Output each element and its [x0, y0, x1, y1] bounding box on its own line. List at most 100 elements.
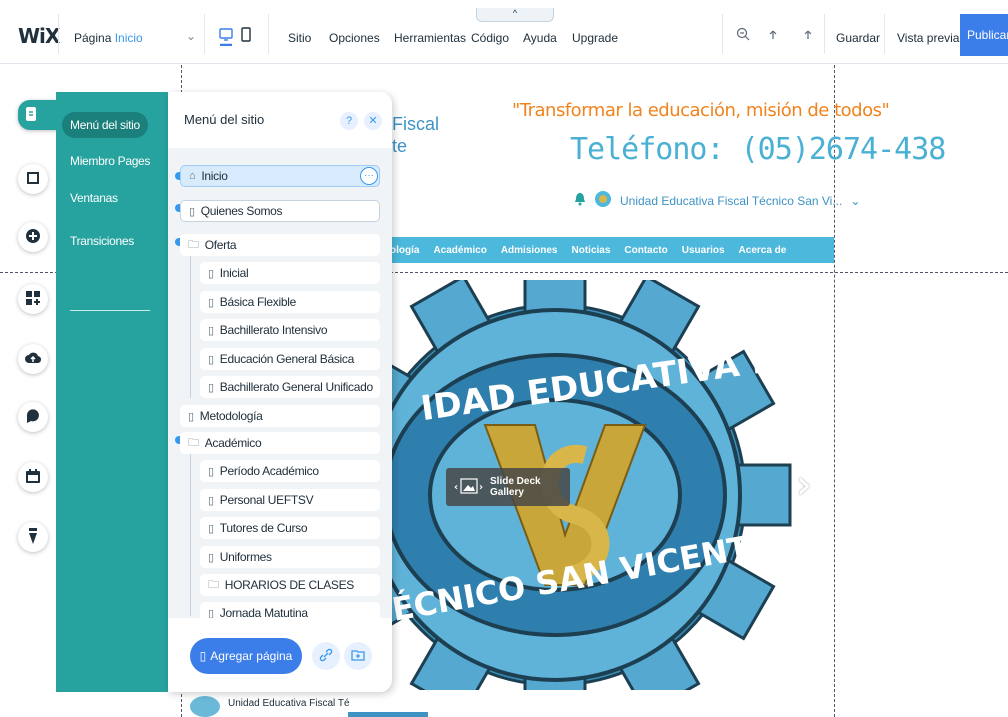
menu-opciones[interactable]: Opciones: [329, 31, 380, 45]
page-item[interactable]: ▯ Período Académico: [200, 460, 380, 482]
menu-upgrade[interactable]: Upgrade: [572, 31, 618, 45]
member-name: Unidad Educativa Fiscal Técnico San Vi..…: [620, 193, 843, 208]
rail-pages-button[interactable]: [18, 100, 60, 130]
page-icon: ▯: [208, 267, 214, 280]
undo-icon[interactable]: [769, 27, 781, 45]
site-phone[interactable]: Teléfono: (05)2674-438: [570, 132, 946, 167]
page-label: Inicial: [219, 266, 249, 280]
desktop-view-icon[interactable]: [218, 26, 234, 47]
page-item[interactable]: 🗀 HORARIOS DE CLASES: [200, 574, 380, 596]
page-item[interactable]: ▯ Tutores de Curso: [200, 517, 380, 539]
slide-deck-gallery-label[interactable]: ‹ › Slide Deck Gallery: [446, 468, 570, 506]
menu-sitio[interactable]: Sitio: [288, 31, 311, 45]
page-icon: ▯: [208, 381, 214, 394]
rail-media-button[interactable]: [18, 344, 48, 374]
menu-codigo[interactable]: Código: [471, 31, 509, 45]
page-item[interactable]: ▯ Básica Flexible: [200, 291, 380, 313]
page-label: Inicio: [201, 169, 228, 183]
home-icon: ⌂: [189, 170, 196, 182]
collapse-topbar-tab[interactable]: ^: [476, 8, 554, 22]
category-popups[interactable]: Ventanas: [62, 185, 126, 211]
nav-item[interactable]: Usuarios: [682, 245, 725, 256]
zoom-icon[interactable]: [736, 27, 750, 45]
gallery-next-arrow-icon[interactable]: ›: [796, 462, 812, 508]
bell-icon[interactable]: [574, 192, 586, 209]
page-label: Tutores de Curso: [219, 521, 308, 535]
page-item[interactable]: ▯ Quienes Somos: [180, 200, 380, 222]
panel-title: Menú del sitio: [184, 112, 265, 127]
page-item[interactable]: ⌂ Inicio: [180, 165, 380, 187]
page-label: Período Académico: [219, 464, 319, 478]
folder-icon: 🗀: [188, 238, 199, 251]
page-selector-prefix: Página: [74, 31, 112, 45]
page-icon: ▯: [208, 324, 214, 337]
site-quote[interactable]: "Transformar la educación, misión de tod…: [512, 100, 890, 121]
category-site-menu[interactable]: Menú del sitio: [62, 112, 148, 138]
chevron-down-icon[interactable]: ⌄: [186, 29, 196, 43]
rail-bookings-button[interactable]: [18, 462, 48, 492]
school-avatar: [594, 190, 612, 211]
preview-button[interactable]: Vista previa: [897, 31, 959, 45]
chevron-down-icon[interactable]: ⌄: [850, 194, 860, 208]
rail-blog-button[interactable]: [18, 402, 48, 432]
nav-item[interactable]: ología: [390, 245, 419, 256]
folder-icon: 🗀: [208, 578, 219, 591]
redo-icon[interactable]: [800, 27, 812, 45]
add-page-button[interactable]: ▯ Agregar página: [190, 638, 302, 674]
add-link-button[interactable]: [312, 642, 340, 670]
rail-pen-button[interactable]: [18, 522, 48, 552]
page-item[interactable]: ▯ Personal UEFTSV: [200, 489, 380, 511]
apps-icon: [25, 290, 41, 309]
help-button[interactable]: ?: [340, 112, 358, 130]
page-icon: ▯: [208, 522, 214, 535]
publish-button[interactable]: Publicar: [960, 14, 1008, 56]
page-item[interactable]: ▯ Jornada Matutina: [200, 602, 380, 618]
category-member-pages[interactable]: Miembro Pages: [62, 148, 158, 174]
rail-apps-button[interactable]: [18, 284, 48, 314]
page-item[interactable]: ▯ Educación General Básica: [200, 348, 380, 370]
category-transitions[interactable]: Transiciones: [62, 228, 142, 254]
save-button[interactable]: Guardar: [836, 31, 880, 45]
chat-icon: [25, 408, 41, 427]
menu-ayuda[interactable]: Ayuda: [523, 31, 557, 45]
divider: [204, 14, 205, 54]
site-nav-menu[interactable]: ología Académico Admisiones Noticias Con…: [384, 237, 834, 263]
page-item[interactable]: ▯ Inicial: [200, 262, 380, 284]
page-item[interactable]: 🗀 Académico: [180, 432, 380, 454]
add-folder-button[interactable]: [344, 642, 372, 670]
nav-item[interactable]: Noticias: [572, 245, 611, 256]
page-label: Educación General Básica: [219, 352, 355, 366]
link-icon: [319, 648, 333, 665]
nav-item[interactable]: Admisiones: [501, 245, 558, 256]
menu-herramientas[interactable]: Herramientas: [394, 31, 466, 45]
nav-item[interactable]: Académico: [433, 245, 486, 256]
page-icon: ▯: [208, 465, 214, 478]
page-label: Uniformes: [219, 550, 272, 564]
member-bar[interactable]: Unidad Educativa Fiscal Técnico San Vi..…: [574, 190, 860, 211]
page-item[interactable]: ▯ Uniformes: [200, 546, 380, 568]
footer-text[interactable]: Unidad Educativa Fiscal Té: [228, 698, 350, 709]
page-label: Bachillerato General Unificado: [219, 380, 373, 394]
site-title-line1[interactable]: Fiscal: [392, 114, 439, 135]
page-item[interactable]: 🗀 Oferta: [180, 234, 380, 256]
page-item[interactable]: ▯ Bachillerato Intensivo: [200, 319, 380, 341]
nav-item[interactable]: Acerca de: [739, 245, 787, 256]
more-actions-button[interactable]: ···: [360, 167, 378, 185]
site-menu-pages-panel: Menú del sitio ? ✕ ⌂ Inicio ··· ▯ Quiene…: [168, 92, 392, 692]
rail-background-button[interactable]: [18, 164, 48, 194]
school-logo-image[interactable]: IDAD EDUCATIVA FISCAL ÉCNICO SAN VICENTE: [380, 280, 810, 690]
page-item[interactable]: ▯ Bachillerato General Unificado: [200, 376, 380, 398]
cloud-upload-icon: [25, 351, 42, 368]
close-button[interactable]: ✕: [364, 112, 382, 130]
divider: [58, 14, 59, 54]
page-label: Oferta: [204, 238, 237, 252]
page-item[interactable]: ▯ Metodología: [180, 405, 380, 427]
calendar-icon: [25, 468, 41, 487]
page-selector[interactable]: Página Inicio: [74, 31, 143, 45]
page-label: Académico: [204, 436, 262, 450]
mobile-view-icon[interactable]: [240, 26, 256, 44]
rail-add-button[interactable]: [18, 222, 48, 252]
site-title-line2[interactable]: te: [392, 136, 407, 157]
nav-item[interactable]: Contacto: [624, 245, 667, 256]
footer-button[interactable]: [348, 712, 428, 717]
